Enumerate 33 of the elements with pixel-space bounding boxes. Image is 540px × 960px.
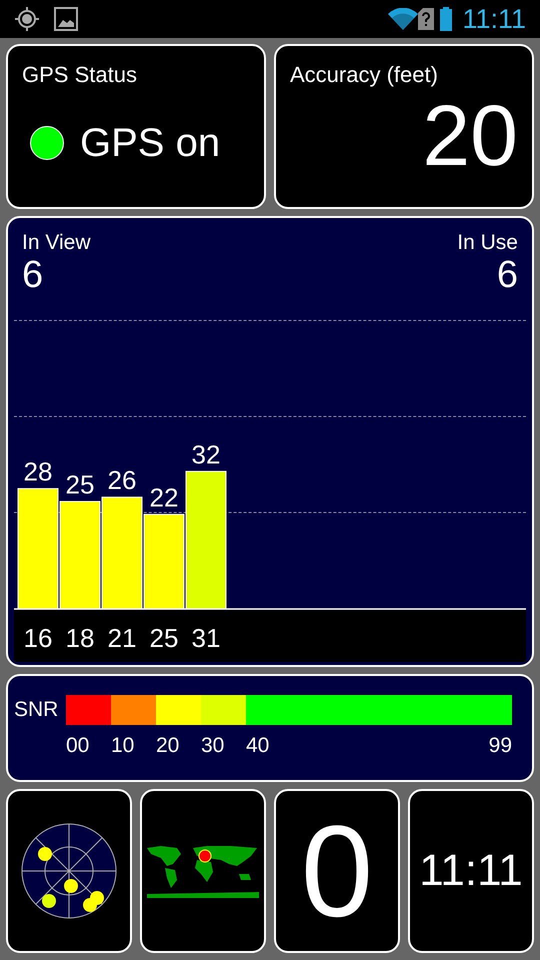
card-title: Accuracy (feet)	[290, 61, 439, 89]
in-use-count: 6	[496, 256, 518, 294]
satellite-id-label: 31	[192, 623, 220, 654]
battery-icon	[440, 7, 452, 31]
satellite-id-label: 16	[24, 623, 52, 654]
wifi-icon	[388, 8, 418, 30]
bar-value-label: 32	[192, 440, 220, 470]
snr-tick-label: 40	[246, 732, 270, 758]
accuracy-value: 20	[422, 93, 518, 179]
bar-value-label: 25	[66, 470, 94, 500]
location-icon	[14, 6, 40, 32]
big-number: 0	[300, 806, 374, 936]
bar-value-label: 28	[24, 456, 52, 487]
snr-tick-label: 99	[488, 732, 512, 758]
snr-tick-label: 00	[66, 732, 90, 758]
snr-tick-label: 10	[111, 732, 136, 758]
status-time: 11:11	[462, 6, 526, 32]
clock-time: 11:11	[419, 849, 523, 893]
bar-value-label: 26	[108, 465, 136, 496]
satellite-id-label: 18	[66, 623, 94, 654]
snr-tick-label: 30	[201, 732, 226, 758]
image-icon	[54, 7, 78, 31]
satellite-id-label: 25	[150, 623, 178, 654]
snr-tick-label: 20	[156, 732, 180, 758]
in-view-label: In View	[22, 230, 90, 256]
bar-value-label: 22	[150, 482, 178, 513]
gps-status-value: GPS on	[80, 120, 220, 167]
in-use-label: In Use	[457, 230, 518, 256]
snr-label: SNR	[14, 697, 60, 723]
satellite-id-label: 21	[108, 623, 136, 654]
sim-icon	[418, 8, 434, 30]
card-title: GPS Status	[22, 61, 138, 89]
in-view-count: 6	[22, 256, 44, 294]
